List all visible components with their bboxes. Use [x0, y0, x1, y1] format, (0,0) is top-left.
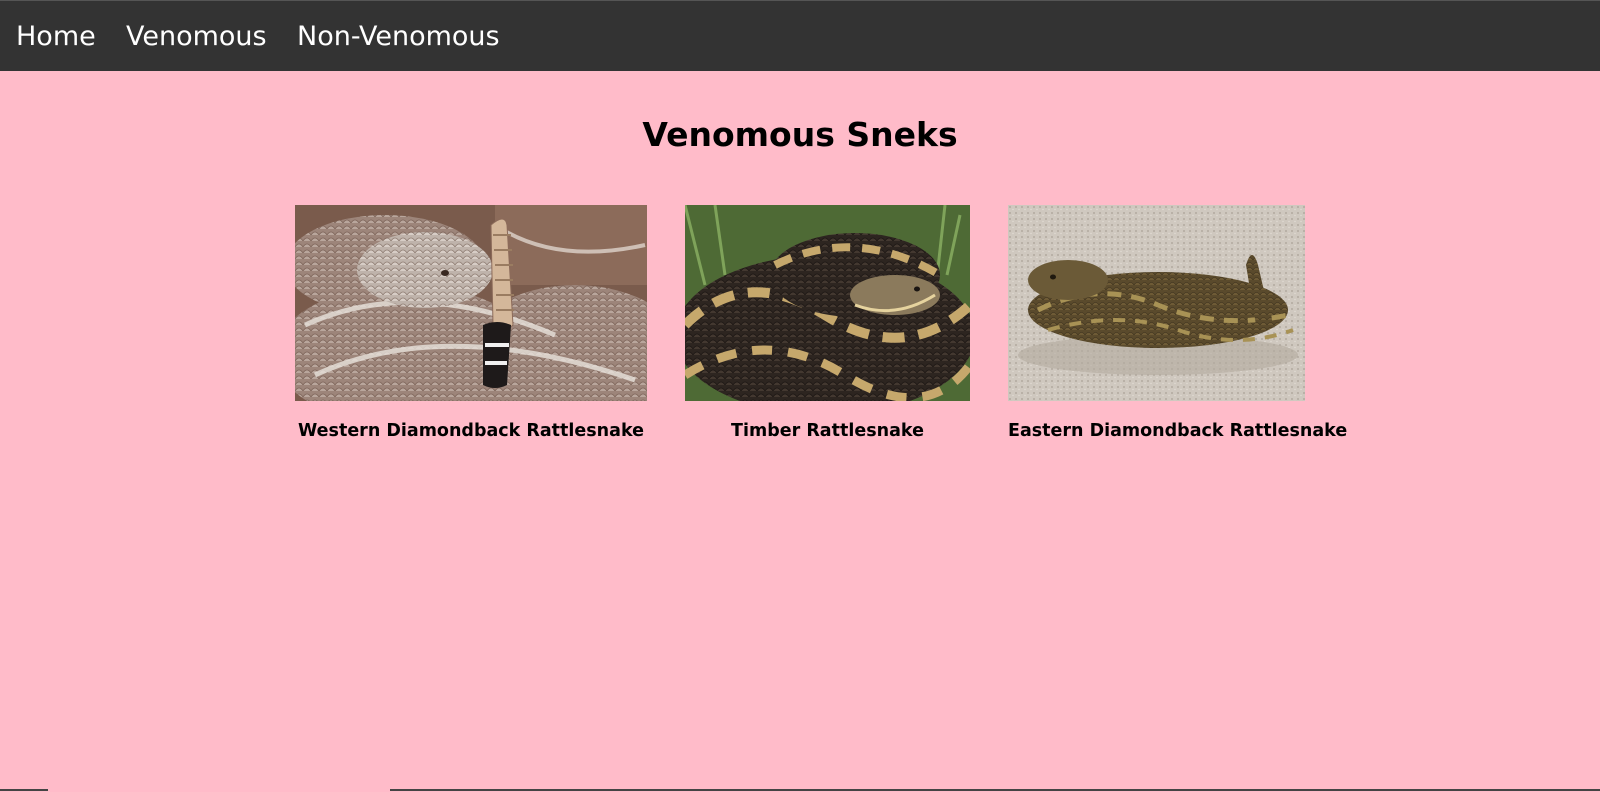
card-caption: Western Diamondback Rattlesnake	[297, 421, 644, 441]
card-caption: Eastern Diamondback Rattlesnake	[1008, 421, 1348, 441]
bottom-edge-line	[0, 789, 48, 791]
nav-link-home[interactable]: Home	[16, 1, 96, 72]
nav-link-venomous[interactable]: Venomous	[126, 1, 267, 72]
snake-card: Western Diamondback Rattlesnake	[295, 205, 647, 441]
card-caption: Timber Rattlesnake	[731, 421, 924, 441]
snake-card: Eastern Diamondback Rattlesnake	[1008, 205, 1347, 441]
western-diamondback-rattlesnake-photo	[295, 205, 647, 401]
timber-rattlesnake-photo	[685, 205, 970, 401]
top-navbar: Home Venomous Non-Venomous	[0, 0, 1600, 71]
snake-card: Timber Rattlesnake	[685, 205, 970, 441]
nav-link-non-venomous[interactable]: Non-Venomous	[297, 1, 500, 72]
eastern-diamondback-rattlesnake-photo	[1008, 205, 1305, 401]
page-title: Venomous Sneks	[642, 115, 958, 154]
bottom-edge-line	[390, 789, 1600, 791]
